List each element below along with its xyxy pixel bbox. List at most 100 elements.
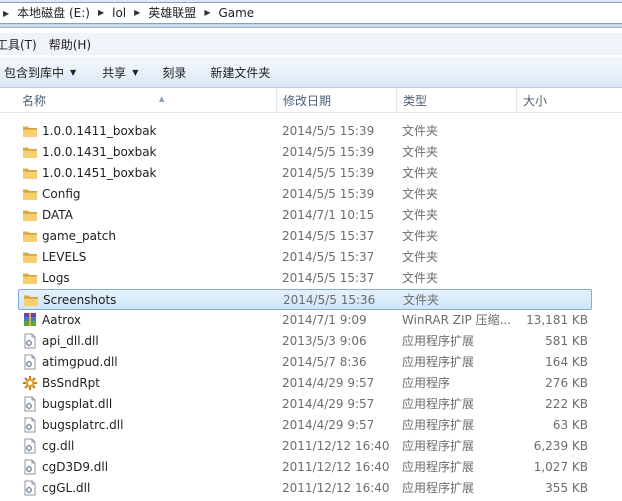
file-name: Config [42, 187, 81, 201]
column-header-row: ▲ 名称 修改日期 类型 大小 [0, 88, 622, 113]
file-date: 2014/5/5 15:39 [282, 124, 375, 138]
breadcrumb-overflow-icon[interactable]: ▶ [3, 9, 13, 18]
file-size: 164 KB [545, 355, 588, 369]
file-type: 应用程序扩展 [402, 481, 475, 495]
file-row[interactable]: Config 2014/5/5 15:39 文件夹 [18, 184, 592, 205]
file-row[interactable]: Logs 2014/5/5 15:37 文件夹 [18, 268, 592, 289]
winrar-archive-icon [22, 312, 38, 328]
menu-item-tools[interactable]: 工具(T) [0, 36, 43, 53]
file-name: bugsplatrc.dll [42, 418, 124, 432]
file-row[interactable]: atimgpud.dll 2014/5/7 8:36 应用程序扩展 164 KB [18, 352, 592, 373]
file-date: 2014/4/29 9:57 [282, 376, 375, 390]
file-name: 1.0.0.1451_boxbak [42, 166, 157, 180]
burn-button[interactable]: 刻录 [152, 64, 196, 81]
file-row[interactable]: 1.0.0.1451_boxbak 2014/5/5 15:39 文件夹 [18, 163, 592, 184]
file-name: game_patch [42, 229, 116, 243]
chevron-down-icon: ▼ [70, 67, 77, 77]
file-date: 2011/12/12 16:40 [282, 481, 390, 495]
share-button[interactable]: 共享 ▼ [92, 64, 148, 81]
folder-icon [22, 249, 38, 265]
file-type: 文件夹 [402, 187, 439, 201]
new-folder-label: 新建文件夹 [210, 65, 271, 80]
file-date: 2014/5/7 8:36 [282, 355, 367, 369]
menu-bar: 工具(T) 帮助(H) [0, 33, 622, 55]
file-date: 2014/5/5 15:37 [282, 250, 375, 264]
file-size: 6,239 KB [533, 439, 588, 453]
file-type: 文件夹 [402, 166, 439, 180]
column-header-type[interactable]: 类型 [396, 88, 516, 113]
file-date: 2011/12/12 16:40 [282, 439, 390, 453]
folder-icon [22, 207, 38, 223]
file-type: 应用程序扩展 [402, 397, 475, 411]
file-name: atimgpud.dll [42, 355, 118, 369]
file-name: cg.dll [42, 439, 75, 453]
file-row[interactable]: api_dll.dll 2013/5/3 9:06 应用程序扩展 581 KB [18, 331, 592, 352]
breadcrumb-chevron-icon[interactable]: ▶ [130, 6, 144, 20]
address-box[interactable]: ▶ 本地磁盘 (E:) ▶ lol ▶ 英雄联盟 ▶ Game [0, 2, 622, 24]
file-row[interactable]: DATA 2014/7/1 10:15 文件夹 [18, 205, 592, 226]
file-type: 文件夹 [402, 208, 439, 222]
file-size: 63 KB [552, 418, 588, 432]
file-date: 2014/5/5 15:39 [282, 187, 375, 201]
breadcrumb-chevron-icon[interactable]: ▶ [94, 6, 108, 20]
breadcrumb-game[interactable]: Game [214, 6, 258, 20]
file-name: 1.0.0.1431_boxbak [42, 145, 157, 159]
file-size: 13,181 KB [526, 313, 588, 327]
file-row[interactable]: bugsplatrc.dll 2014/4/29 9:57 应用程序扩展 63 KB [18, 415, 592, 436]
file-name: api_dll.dll [42, 334, 99, 348]
dll-file-icon [22, 438, 38, 454]
file-row[interactable]: 1.0.0.1411_boxbak 2014/5/5 15:39 文件夹 [18, 121, 592, 142]
file-name: LEVELS [42, 250, 87, 264]
breadcrumb-chevron-icon[interactable]: ▶ [200, 6, 214, 20]
file-type: 文件夹 [402, 229, 439, 243]
file-name: Screenshots [43, 293, 117, 307]
column-header-date[interactable]: 修改日期 [276, 88, 396, 113]
dll-file-icon [22, 354, 38, 370]
file-type: 文件夹 [403, 293, 440, 307]
include-in-library-button[interactable]: 包含到库中 ▼ [0, 64, 86, 81]
file-row[interactable]: BsSndRpt 2014/4/29 9:57 应用程序 276 KB [18, 373, 592, 394]
breadcrumb: ▶ 本地磁盘 (E:) ▶ lol ▶ 英雄联盟 ▶ Game [3, 6, 258, 20]
file-date: 2014/5/5 15:39 [282, 145, 375, 159]
file-name: Logs [42, 271, 70, 285]
file-row[interactable]: Aatrox 2014/7/1 9:09 WinRAR ZIP 压缩... 13,18… [18, 310, 592, 331]
file-type: 文件夹 [402, 145, 439, 159]
file-row[interactable]: cgGL.dll 2011/12/12 16:40 应用程序扩展 355 KB [18, 478, 592, 499]
menu-item-help[interactable]: 帮助(H) [43, 36, 97, 53]
file-size: 222 KB [545, 397, 588, 411]
share-label: 共享 [102, 65, 127, 80]
application-icon [22, 375, 38, 391]
file-row[interactable]: cg.dll 2011/12/12 16:40 应用程序扩展 6,239 KB [18, 436, 592, 457]
file-list[interactable]: ▲ 名称 修改日期 类型 大小 1.0.0.1411_boxbak 2014/5/… [0, 88, 622, 501]
breadcrumb-lol[interactable]: lol [108, 6, 130, 20]
file-row[interactable]: cgD3D9.dll 2011/12/12 16:40 应用程序扩展 1,027 KB [18, 457, 592, 478]
file-row[interactable]: game_patch 2014/5/5 15:37 文件夹 [18, 226, 592, 247]
file-type: 文件夹 [402, 124, 439, 138]
file-date: 2014/7/1 9:09 [282, 313, 367, 327]
column-header-type-label: 类型 [403, 94, 428, 108]
folder-icon [22, 165, 38, 181]
file-type: 应用程序 [402, 376, 451, 390]
file-type: WinRAR ZIP 压缩... [402, 313, 512, 327]
folder-icon [22, 228, 38, 244]
new-folder-button[interactable]: 新建文件夹 [200, 64, 280, 81]
file-size: 276 KB [545, 376, 588, 390]
breadcrumb-league[interactable]: 英雄联盟 [144, 6, 200, 20]
chevron-down-icon: ▼ [132, 67, 139, 77]
file-name: cgD3D9.dll [42, 460, 109, 474]
file-row[interactable]: 1.0.0.1431_boxbak 2014/5/5 15:39 文件夹 [18, 142, 592, 163]
column-header-size[interactable]: 大小 [516, 88, 596, 113]
dll-file-icon [22, 480, 38, 496]
folder-icon [22, 144, 38, 160]
column-header-date-label: 修改日期 [283, 94, 332, 108]
file-row[interactable]: Screenshots 2014/5/5 15:36 文件夹 [18, 289, 592, 310]
file-date: 2014/7/1 10:15 [282, 208, 375, 222]
column-header-size-label: 大小 [523, 94, 548, 108]
file-row[interactable]: bugsplat.dll 2014/4/29 9:57 应用程序扩展 222 KB [18, 394, 592, 415]
file-row[interactable]: LEVELS 2014/5/5 15:37 文件夹 [18, 247, 592, 268]
breadcrumb-drive[interactable]: 本地磁盘 (E:) [13, 6, 94, 20]
file-size: 581 KB [545, 334, 588, 348]
column-header-name[interactable]: ▲ 名称 [18, 88, 276, 113]
command-bar: 包含到库中 ▼ 共享 ▼ 刻录 新建文件夹 [0, 56, 622, 88]
dll-file-icon [22, 459, 38, 475]
